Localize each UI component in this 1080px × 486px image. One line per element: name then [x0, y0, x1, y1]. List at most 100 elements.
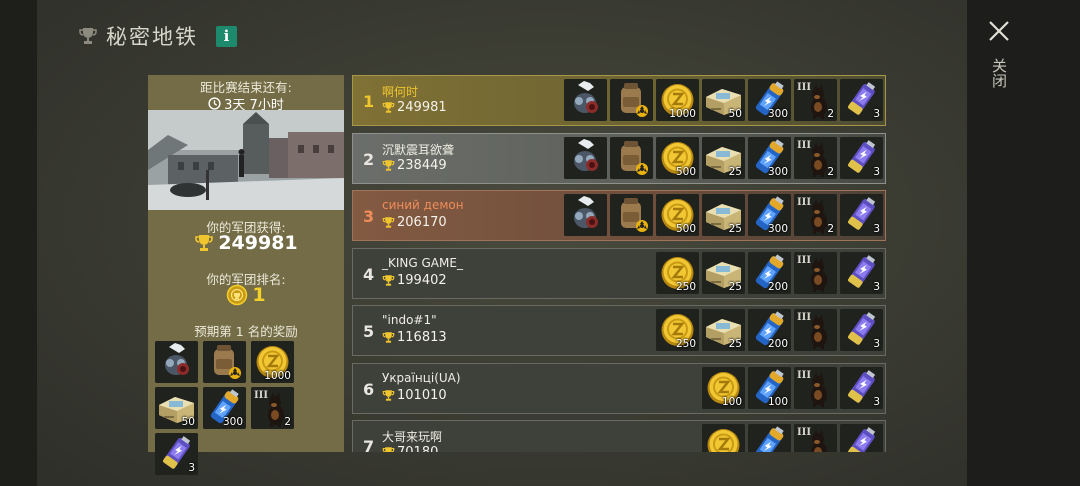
reward-count: 2 [827, 165, 834, 178]
reward-count: 200 [767, 280, 788, 293]
trophy-icon [382, 102, 395, 113]
svg-text:III: III [797, 82, 811, 93]
row-rank: 2 [363, 149, 375, 169]
reward-item[interactable]: III [794, 366, 837, 409]
reward-count: 250 [675, 280, 696, 293]
reward-item[interactable]: 3 [840, 194, 883, 236]
legion-rank: 1 [148, 284, 344, 306]
reward-count: 100 [721, 395, 742, 408]
reward-item[interactable]: 25 [702, 251, 745, 294]
leaderboard-row[interactable]: 1 啊何时 249981 1000 50 300 III 2 3 [352, 75, 886, 126]
reward-count: 3 [873, 338, 880, 350]
reward-count: 250 [675, 338, 696, 350]
legion-score: 101010 [382, 388, 447, 403]
reward-count: 300 [767, 165, 788, 178]
reward-item[interactable]: III 2 [794, 79, 837, 121]
reward-item[interactable]: 1000 [251, 341, 294, 383]
reward-item[interactable]: 300 [748, 79, 791, 121]
reward-item[interactable]: 300 [748, 136, 791, 179]
reward-item[interactable] [610, 136, 653, 179]
guard-dog-icon: III [794, 424, 837, 452]
row-rewards: 100 100 III 3 [702, 366, 883, 409]
reward-item[interactable] [702, 424, 745, 452]
reward-item[interactable] [564, 136, 607, 179]
reward-item[interactable]: 1000 [656, 79, 699, 121]
gold-coin-icon [702, 424, 745, 452]
reward-count: 25 [728, 223, 742, 235]
reward-grid: 1000 50 300 III 2 3 [155, 341, 341, 475]
reward-item[interactable]: III 2 [251, 387, 294, 429]
leaderboard-list[interactable]: 1 啊何时 249981 1000 50 300 III 2 3 2 沉默震耳欲聋 238449 500… [352, 75, 886, 452]
leaderboard-row[interactable]: 4 _KING GAME_ 199402 250 25 200 III 3 [352, 247, 886, 299]
leaderboard-row[interactable]: 3 синий демон 206170 500 25 300 III 2 3 [352, 190, 886, 241]
backpack-icon [610, 194, 653, 236]
reward-count: 50 [728, 108, 742, 120]
reward-item[interactable]: 100 [748, 366, 791, 409]
reward-count: 3 [873, 395, 880, 408]
reward-item[interactable]: 50 [702, 79, 745, 121]
reward-label: 预期第 1 名的奖励 [194, 324, 298, 339]
reward-item[interactable]: 500 [656, 136, 699, 179]
reward-count: 2 [284, 416, 291, 428]
reward-count: 300 [767, 108, 788, 120]
leaderboard-row[interactable]: 7 大哥来玩啊70180 III [352, 420, 886, 452]
legion-score: 238449 [382, 158, 447, 173]
close-icon[interactable] [988, 20, 1010, 42]
reward-item[interactable]: 3 [840, 309, 883, 351]
reward-item[interactable]: 3 [840, 366, 883, 409]
reward-item[interactable]: III [794, 424, 837, 452]
reward-item[interactable]: 100 [702, 366, 745, 409]
rank-value: 1 [252, 284, 266, 306]
reward-item[interactable]: 300 [203, 387, 246, 429]
reward-item[interactable]: 200 [748, 251, 791, 294]
right-bar [967, 0, 1080, 486]
leaderboard-row[interactable]: 2 沉默震耳欲聋 238449 500 25 300 III 2 3 [352, 132, 886, 184]
reward-item[interactable]: 3 [840, 251, 883, 294]
reward-count: 100 [767, 395, 788, 408]
reward-item[interactable]: 25 [702, 194, 745, 236]
reward-item[interactable] [564, 194, 607, 236]
reward-item[interactable]: 200 [748, 309, 791, 351]
rank-medal-icon [227, 284, 248, 306]
reward-item[interactable]: III 2 [794, 194, 837, 236]
reward-item[interactable]: III [794, 309, 837, 351]
reward-count: 1000 [669, 108, 696, 120]
reward-item[interactable] [610, 79, 653, 121]
svg-text:III: III [797, 427, 811, 438]
row-rank: 7 [363, 437, 375, 452]
row-rewards: 500 25 300 III 2 3 [564, 194, 883, 236]
guard-dog-icon: III [794, 309, 837, 351]
reward-item[interactable]: 3 [155, 433, 198, 475]
row-rewards: 1000 50 300 III 2 3 [564, 79, 883, 121]
reward-item[interactable]: 25 [702, 309, 745, 351]
legion-score: 206170 [382, 215, 447, 230]
reward-item[interactable]: 50 [155, 387, 198, 429]
reward-item[interactable] [155, 341, 198, 383]
reward-item[interactable]: 250 [656, 251, 699, 294]
reward-item[interactable]: 3 [840, 79, 883, 121]
reward-count: 300 [222, 416, 243, 428]
leaderboard-row[interactable]: 5 "indo#1" 116813 250 25 200 III 3 [352, 305, 886, 356]
reward-count: 1000 [264, 370, 291, 382]
reward-item[interactable]: 250 [656, 309, 699, 351]
reward-count: 2 [827, 108, 834, 120]
reward-item[interactable] [748, 424, 791, 452]
reward-item[interactable]: 500 [656, 194, 699, 236]
reward-item[interactable]: 3 [840, 136, 883, 179]
reward-item[interactable] [840, 424, 883, 452]
reward-item[interactable]: III [794, 251, 837, 294]
reward-item[interactable] [610, 194, 653, 236]
reward-item[interactable]: 25 [702, 136, 745, 179]
leaderboard-row[interactable]: 6 Українці(UA) 101010 100 100 III 3 [352, 362, 886, 414]
close-label[interactable]: 关闭 [990, 58, 1008, 88]
reward-item[interactable]: III 2 [794, 136, 837, 179]
page-title: 秘密地铁 [106, 25, 198, 49]
subway-scene-image [148, 110, 344, 210]
info-button[interactable]: i [216, 25, 237, 47]
backpack-icon [610, 79, 653, 121]
reward-item[interactable] [564, 79, 607, 121]
reward-count: 3 [873, 108, 880, 120]
reward-item[interactable]: 300 [748, 194, 791, 236]
reward-item[interactable] [203, 341, 246, 383]
guard-dog-icon: III [794, 366, 837, 409]
